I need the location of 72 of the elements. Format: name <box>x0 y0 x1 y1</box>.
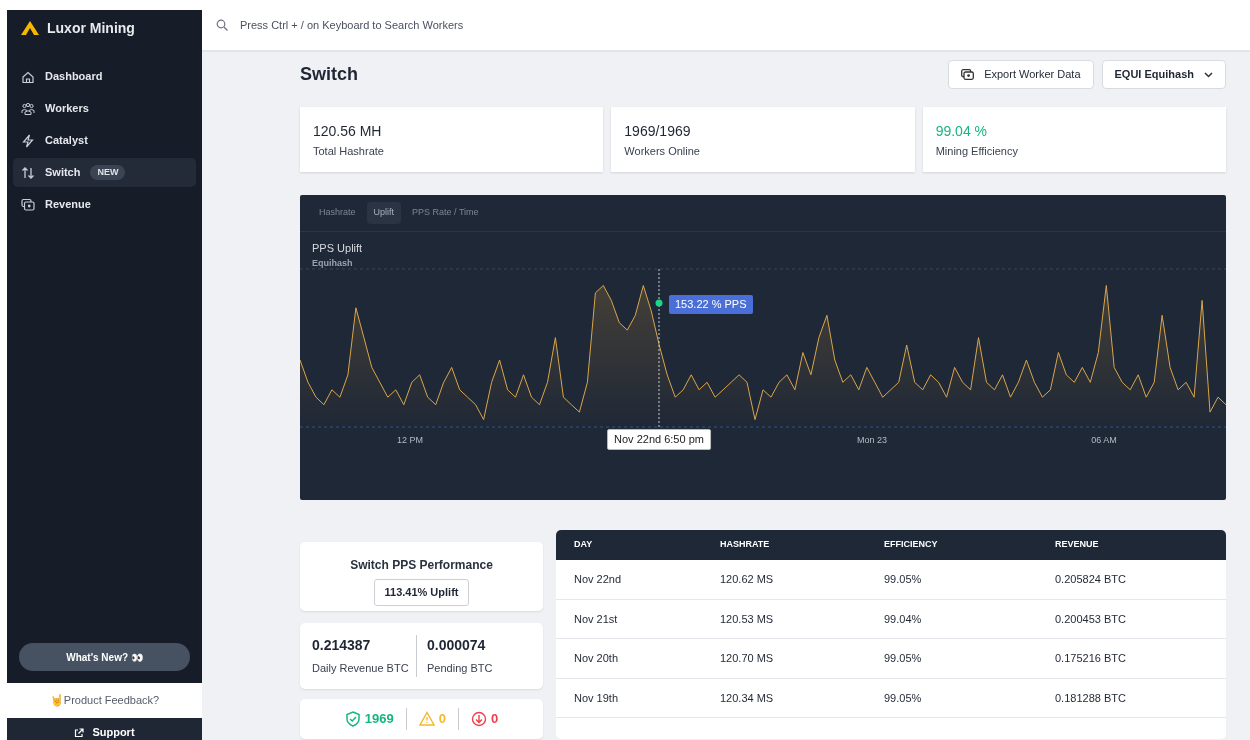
stat-label: Workers Online <box>624 144 701 159</box>
page-title: Switch <box>300 63 358 86</box>
value-tooltip: 153.22 % PPS <box>669 295 753 314</box>
table-cell-text: Nov 19th <box>573 690 620 706</box>
people-icon <box>21 101 35 116</box>
table-cell-text: 0.181288 BTC <box>1054 690 1127 706</box>
date-tooltip: Nov 22nd 6:50 pm <box>607 429 711 450</box>
table-cell-text: Nov 21st <box>573 611 619 627</box>
table-cell-text: 120.62 MS <box>719 572 775 587</box>
chart-tab[interactable]: Hashrate <box>312 202 363 224</box>
column-header: HASHRATE <box>719 538 771 552</box>
home-icon <box>21 69 35 84</box>
column-header: EFFICIENCY <box>883 538 939 552</box>
chart-tab[interactable]: Uplift <box>366 202 402 224</box>
axis-label: Mon 23 <box>857 434 887 447</box>
status-count: 1969 <box>364 710 394 729</box>
warning-icon <box>418 711 435 727</box>
money-icon <box>961 69 975 80</box>
logo-icon <box>21 21 39 35</box>
arrow-down-circle-icon <box>470 711 487 727</box>
table-cell-text: 99.05% <box>883 690 923 706</box>
chart-title: PPS Uplift <box>312 241 363 256</box>
swap-arrows-icon <box>21 165 35 180</box>
money-icon <box>21 197 35 212</box>
stat-label: Total Hashrate <box>313 144 385 159</box>
sidebar-item[interactable]: Dashboard <box>13 62 196 91</box>
status-count: 0 <box>490 710 499 729</box>
table-cell-text: 0.205824 BTC <box>1054 572 1127 587</box>
stat-value: 1969/1969 <box>624 123 692 140</box>
table-cell-text: 120.34 MS <box>719 690 775 706</box>
axis-label: 06 AM <box>1091 434 1117 447</box>
sidebar-item[interactable]: Switch NEW <box>13 158 196 187</box>
whats-new-button[interactable]: What's New? 👀 <box>19 643 190 671</box>
uplift-badge: 113.41% Uplift <box>373 579 470 606</box>
table-cell-text: 99.04% <box>883 611 923 627</box>
revenue-label: Pending BTC <box>427 661 494 676</box>
app-name: Luxor Mining <box>47 18 135 38</box>
search-icon <box>216 19 228 31</box>
stat-label: Mining Efficiency <box>935 144 1019 159</box>
performance-title: Switch PPS Performance <box>349 557 494 574</box>
data-point-marker <box>655 299 663 307</box>
revenue-value: 0.000074 <box>427 636 487 655</box>
axis-label: 12 PM <box>397 434 423 447</box>
table-cell-text: 120.70 MS <box>719 651 775 666</box>
revenue-value: 0.214387 <box>312 636 372 655</box>
feedback-link[interactable]: 🤘Product Feedback? <box>7 683 202 718</box>
external-link-icon <box>74 728 85 739</box>
column-header: DAY <box>573 538 594 552</box>
chart-tab[interactable]: PPS Rate / Time <box>405 202 486 224</box>
sidebar-item[interactable]: Catalyst <box>13 126 196 155</box>
stat-value: 120.56 MH <box>313 123 383 140</box>
table-cell-text: 120.53 MS <box>719 611 775 627</box>
shield-check-icon <box>344 711 361 727</box>
table-cell-text: Nov 22nd <box>573 572 623 587</box>
table-cell-text: 99.05% <box>883 651 923 666</box>
export-button[interactable]: Export Worker Data <box>948 60 1094 89</box>
table-cell-text: 99.05% <box>883 572 923 587</box>
table-cell-text: 0.200453 BTC <box>1054 611 1127 627</box>
algorithm-dropdown[interactable]: EQUI Equihash <box>1101 60 1226 89</box>
sidebar-item[interactable]: Workers <box>13 94 196 123</box>
chart-subtitle: Equihash <box>312 257 353 270</box>
support-link[interactable]: Support <box>7 718 202 740</box>
sidebar-item[interactable]: Revenue <box>13 190 196 219</box>
table-cell-text: Nov 20th <box>573 651 620 666</box>
lightning-icon <box>21 133 35 148</box>
new-badge: NEW <box>90 164 126 181</box>
table-cell-text: 0.175216 BTC <box>1054 651 1127 666</box>
column-header: REVENUE <box>1054 538 1100 552</box>
status-count: 0 <box>438 710 446 729</box>
revenue-label: Daily Revenue BTC <box>312 661 410 676</box>
chevron-down-icon <box>1204 71 1213 78</box>
stat-value: 99.04 % <box>935 123 989 140</box>
